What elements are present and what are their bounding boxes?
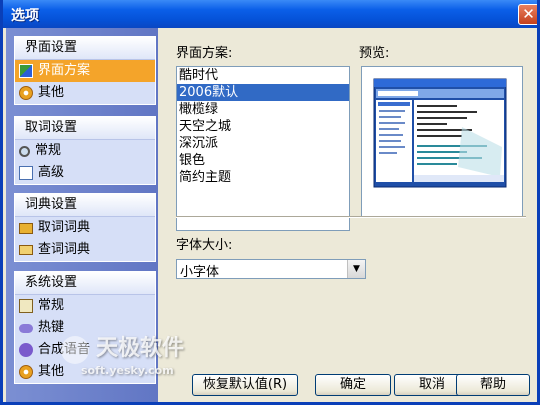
sidebar-item-capture-dict[interactable]: 取词词典 <box>15 217 155 239</box>
font-size-label: 字体大小: <box>176 238 233 253</box>
sidebar-item-label: 取词词典 <box>38 220 91 235</box>
group-header[interactable]: 词典设置 <box>15 194 155 217</box>
list-item[interactable]: 酷时代 <box>177 67 349 84</box>
scheme-label: 界面方案: <box>176 46 233 61</box>
sidebar-item-label: 界面方案 <box>38 63 91 78</box>
system-icon <box>19 299 33 313</box>
watermark-logo-icon <box>61 336 89 364</box>
group-dictionary-settings: 词典设置 取词词典 查词词典 <box>14 193 156 262</box>
font-size-select[interactable]: 小字体 ▼ <box>176 259 366 280</box>
scheme-preview <box>361 66 523 218</box>
close-icon: ✕ <box>522 5 535 23</box>
sidebar-item-ui-other[interactable]: 其他 <box>15 82 155 104</box>
options-dialog: 选项 ✕ 界面设置 界面方案 其他 取词设置 常规 高级 词典设置 取词词典 查… <box>0 0 540 405</box>
list-item[interactable]: 橄榄绿 <box>177 101 349 118</box>
advanced-icon <box>19 166 33 180</box>
preview-thumbnail <box>373 78 507 188</box>
font-size-value: 小字体 <box>180 265 220 280</box>
sidebar-item-capture-advanced[interactable]: 高级 <box>15 162 155 184</box>
speech-icon <box>19 343 33 357</box>
sidebar-item-label: 高级 <box>38 165 65 180</box>
chevron-down-icon[interactable]: ▼ <box>347 260 365 278</box>
palette-icon <box>19 64 33 78</box>
sidebar-item-label: 常规 <box>38 298 65 313</box>
open-book-icon <box>19 245 33 255</box>
group-header[interactable]: 界面设置 <box>15 37 155 60</box>
title-bar[interactable]: 选项 ✕ <box>3 0 537 28</box>
list-item[interactable]: 简约主题 <box>177 169 349 186</box>
group-header[interactable]: 系统设置 <box>15 272 155 295</box>
window-title: 选项 <box>11 8 39 24</box>
scheme-list[interactable]: 酷时代 2006默认 橄榄绿 天空之城 深沉派 银色 简约主题 <box>176 66 350 231</box>
sidebar-item-label: 其他 <box>38 85 65 100</box>
book-icon <box>19 222 33 234</box>
sidebar-item-label: 常规 <box>35 143 62 158</box>
ok-button[interactable]: 确定 <box>315 374 391 396</box>
gear-icon <box>19 365 33 379</box>
list-item[interactable]: 深沉派 <box>177 135 349 152</box>
section-divider <box>176 216 526 218</box>
list-item[interactable]: 2006默认 <box>177 84 349 101</box>
watermark-text: 天极软件 <box>96 336 185 361</box>
magnifier-icon <box>19 145 30 157</box>
group-header[interactable]: 取词设置 <box>15 117 155 140</box>
sidebar-item-system-general[interactable]: 常规 <box>15 295 155 317</box>
preview-label: 预览: <box>359 46 390 61</box>
list-item[interactable]: 天空之城 <box>177 118 349 135</box>
main-panel: 界面方案: 预览: 酷时代 2006默认 橄榄绿 天空之城 深沉派 银色 简约主… <box>158 28 537 402</box>
sidebar-item-label: 热键 <box>38 320 65 335</box>
restore-default-button[interactable]: 恢复默认值(R) <box>192 374 298 396</box>
close-button[interactable]: ✕ <box>518 4 537 25</box>
group-capture-settings: 取词设置 常规 高级 <box>14 116 156 185</box>
watermark-url: soft.yesky.com <box>81 364 174 377</box>
sidebar-item-label: 查词词典 <box>38 242 91 257</box>
list-item[interactable]: 银色 <box>177 152 349 169</box>
gear-icon <box>19 86 33 100</box>
key-icon <box>19 323 33 333</box>
group-ui-settings: 界面设置 界面方案 其他 <box>14 36 156 105</box>
help-button[interactable]: 帮助 <box>456 374 530 396</box>
sidebar-item-ui-scheme[interactable]: 界面方案 <box>15 60 155 82</box>
sidebar-item-lookup-dict[interactable]: 查词词典 <box>15 239 155 261</box>
sidebar-item-label: 其他 <box>38 364 65 379</box>
sidebar-item-capture-general[interactable]: 常规 <box>15 140 155 162</box>
